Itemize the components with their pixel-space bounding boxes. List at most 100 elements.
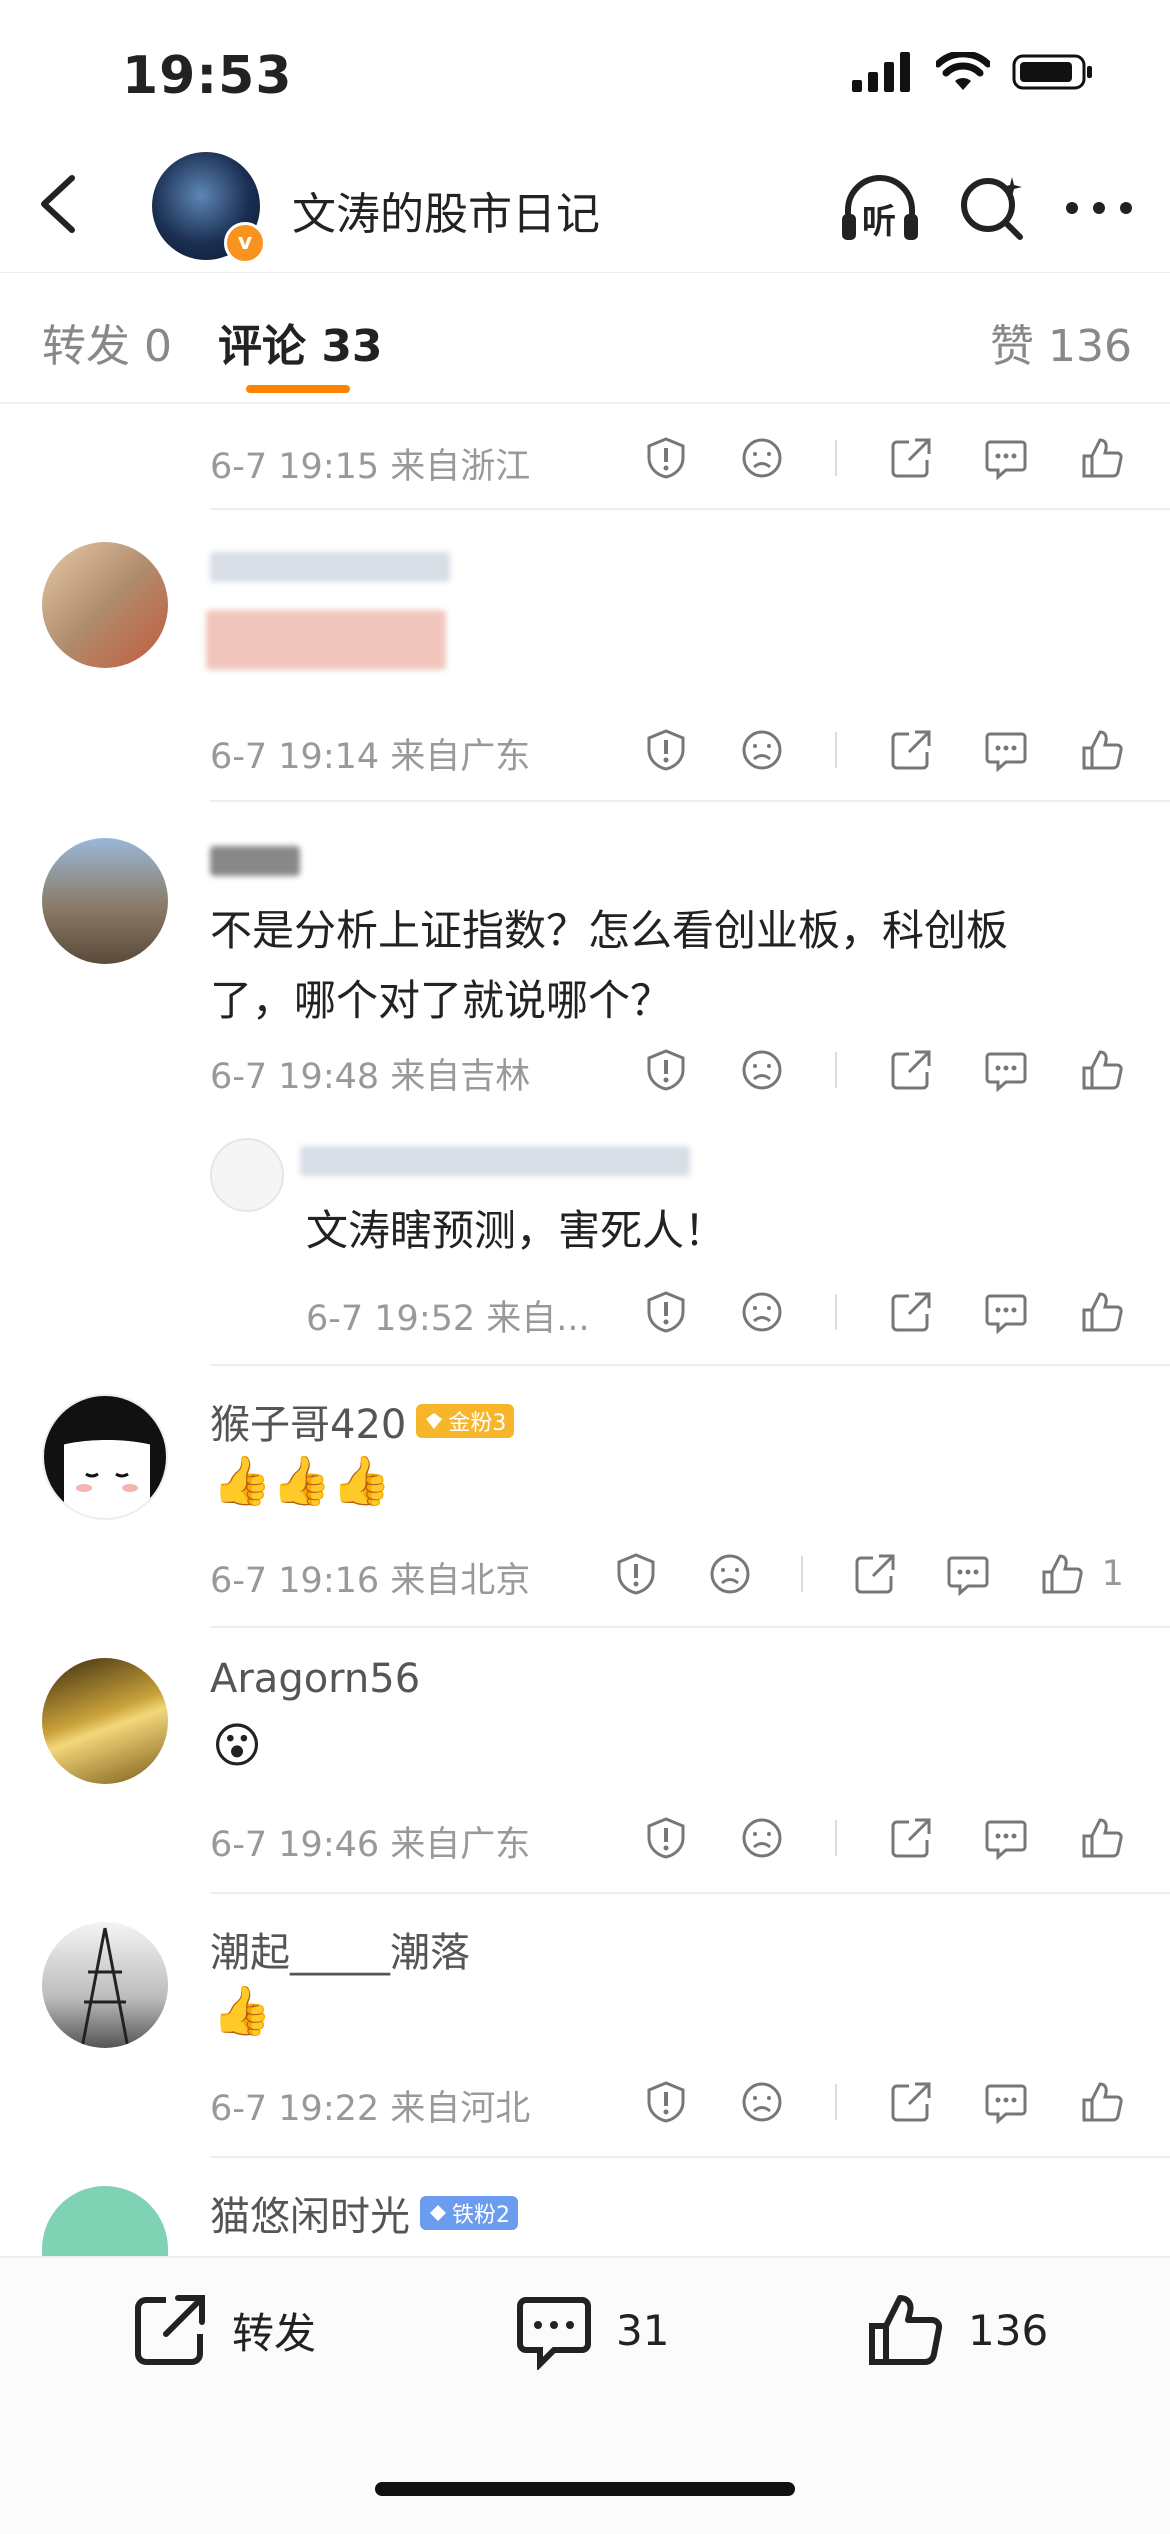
back-button[interactable] — [30, 172, 90, 236]
reply-icon[interactable] — [984, 1048, 1028, 1092]
dislike-icon[interactable] — [740, 1816, 784, 1860]
comment-actions — [644, 2080, 1124, 2124]
comment-button[interactable]: 31 — [514, 2290, 669, 2370]
report-icon[interactable] — [644, 1290, 688, 1334]
avatar[interactable] — [42, 1658, 168, 1784]
report-icon[interactable] — [644, 436, 688, 480]
like-icon[interactable] — [1080, 2080, 1124, 2124]
account-title[interactable]: 文涛的股市日记 — [292, 178, 600, 242]
like-count: 1 — [1101, 1554, 1124, 1594]
reply-avatar[interactable] — [210, 1138, 284, 1212]
report-icon[interactable] — [644, 1816, 688, 1860]
reply-icon[interactable] — [946, 1552, 990, 1596]
tab-reposts[interactable]: 转发 0 — [42, 310, 172, 374]
dislike-icon[interactable] — [740, 1290, 784, 1334]
like-button[interactable]: 1 — [1040, 1552, 1124, 1596]
reply-icon[interactable] — [984, 2080, 1028, 2124]
blurred-username — [300, 1146, 690, 1176]
blurred-username — [210, 552, 450, 582]
like-button[interactable]: 136 — [866, 2290, 1048, 2370]
comment-actions — [644, 1816, 1124, 1860]
reply-icon[interactable] — [984, 1816, 1028, 1860]
comment-divider — [210, 2156, 1170, 2158]
home-indicator[interactable] — [375, 2482, 795, 2496]
comment-count: 31 — [616, 2305, 670, 2355]
comment-header: 猴子哥420 金粉3 — [210, 1392, 515, 1450]
listen-button[interactable]: 听 — [838, 168, 922, 248]
username[interactable]: 猴子哥420 — [210, 1392, 406, 1450]
dislike-icon[interactable] — [740, 1048, 784, 1092]
tab-likes[interactable]: 赞 136 — [990, 310, 1132, 374]
reply-icon[interactable] — [984, 1290, 1028, 1334]
more-icon[interactable] — [1064, 198, 1134, 218]
comment-divider — [210, 1892, 1170, 1894]
like-icon[interactable] — [1080, 1816, 1124, 1860]
comment-actions — [644, 436, 1124, 480]
avatar[interactable] — [42, 838, 168, 964]
active-tab-indicator — [246, 385, 350, 393]
avatar[interactable] — [42, 1394, 168, 1520]
like-icon[interactable] — [1080, 1048, 1124, 1092]
username[interactable]: 猫悠闲时光 — [210, 2184, 410, 2242]
avatar[interactable] — [42, 542, 168, 668]
share-icon[interactable] — [889, 1290, 933, 1334]
comment-divider — [210, 800, 1170, 802]
action-separator — [801, 1556, 804, 1592]
like-icon[interactable] — [1080, 1290, 1124, 1334]
tab-comments[interactable]: 评论 33 — [218, 310, 383, 374]
username[interactable]: 潮起_____潮落 — [210, 1920, 470, 1978]
dislike-icon[interactable] — [740, 2080, 784, 2124]
like-icon[interactable] — [1080, 728, 1124, 772]
comment-header: 猫悠闲时光 铁粉2 — [210, 2184, 518, 2242]
dislike-icon[interactable] — [708, 1552, 752, 1596]
username[interactable]: Aragorn56 — [210, 1656, 420, 1702]
report-icon[interactable] — [644, 1048, 688, 1092]
comment-meta: 6-7 19:48 来自吉林 — [210, 1057, 531, 1097]
reply-text: 文涛瞎预测，害死人！ — [306, 1206, 727, 1255]
report-icon[interactable] — [644, 728, 688, 772]
share-icon[interactable] — [889, 436, 933, 480]
action-separator — [835, 440, 838, 476]
search-icon[interactable] — [958, 173, 1028, 243]
dislike-icon[interactable] — [740, 436, 784, 480]
share-icon[interactable] — [889, 1816, 933, 1860]
share-icon[interactable] — [853, 1552, 897, 1596]
share-icon[interactable] — [889, 2080, 933, 2124]
dislike-icon[interactable] — [740, 728, 784, 772]
like-icon[interactable] — [1080, 436, 1124, 480]
reply-meta: 6-7 19:52 来自... — [306, 1299, 590, 1339]
report-icon[interactable] — [644, 2080, 688, 2124]
share-icon[interactable] — [889, 1048, 933, 1092]
comment-meta: 6-7 19:15 来自浙江 — [210, 447, 531, 487]
comment-icon — [517, 2297, 591, 2370]
fan-badge: 铁粉2 — [420, 2196, 518, 2230]
repost-button[interactable]: 转发 — [130, 2290, 316, 2370]
avatar[interactable] — [42, 1922, 168, 2048]
tabs-divider — [0, 402, 1170, 404]
action-separator — [835, 732, 838, 768]
action-separator — [835, 1052, 838, 1088]
comment-actions — [644, 728, 1124, 772]
blurred-username — [210, 846, 300, 876]
reply-actions — [644, 1290, 1124, 1334]
comment-divider — [210, 1626, 1170, 1628]
comment-divider — [210, 1364, 1170, 1366]
comment-text: 不是分析上证指数？怎么看创业板，科创板了，哪个对了就说哪个？ — [210, 906, 1009, 1025]
comment-divider — [210, 508, 1170, 510]
share-icon[interactable] — [889, 728, 933, 772]
fan-badge-label: 金粉3 — [448, 1411, 507, 1436]
battery-icon — [1012, 54, 1092, 90]
diamond-icon — [430, 2205, 446, 2221]
fan-badge: 金粉3 — [416, 1404, 515, 1438]
comment-actions — [644, 1048, 1124, 1092]
signal-icon — [852, 52, 910, 92]
comment-meta: 6-7 19:22 来自河北 — [210, 2089, 531, 2129]
comment-meta: 6-7 19:46 来自广东 — [210, 1825, 531, 1865]
reply-icon[interactable] — [984, 436, 1028, 480]
avatar[interactable] — [42, 2186, 168, 2256]
status-icons — [852, 52, 1094, 92]
report-icon[interactable] — [614, 1552, 658, 1596]
comment-meta: 6-7 19:14 来自广东 — [210, 737, 531, 777]
reply-icon[interactable] — [984, 728, 1028, 772]
cartoon-face-icon — [44, 1396, 166, 1506]
